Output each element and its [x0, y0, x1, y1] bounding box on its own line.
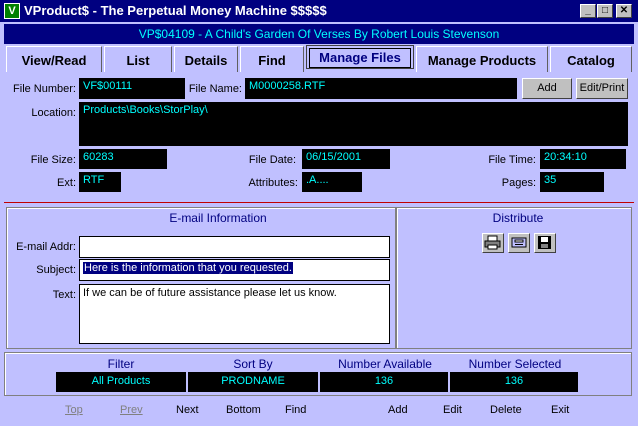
printer-icon[interactable] — [482, 233, 504, 253]
nav-delete-button[interactable]: Delete — [490, 404, 522, 416]
attributes-label: Attributes: — [248, 177, 298, 189]
file-name-label: File Name: — [188, 83, 242, 95]
edit-print-button[interactable]: Edit/Print — [576, 78, 628, 99]
maximize-button[interactable]: □ — [597, 4, 613, 18]
nav-add-label: Add — [388, 404, 408, 416]
nav-bottom-label: Bottom — [226, 404, 261, 416]
number-available-label: Number Available — [338, 357, 432, 371]
sort-by-value[interactable]: PRODNAME — [188, 372, 318, 392]
pages-field[interactable]: 35 — [540, 172, 604, 192]
pages-label: Pages: — [501, 177, 536, 189]
nav-edit-label: Edit — [443, 404, 462, 416]
nav-top-button[interactable]: Top — [65, 404, 83, 416]
file-name-field[interactable]: M0000258.RTF — [245, 78, 517, 99]
nav-find-button[interactable]: Find — [285, 404, 306, 416]
nav-exit-button[interactable]: Exit — [551, 404, 569, 416]
tab-manage-files-label: Manage Files — [309, 48, 411, 68]
minimize-button[interactable]: _ — [580, 4, 596, 18]
tab-catalog[interactable]: Catalog — [550, 46, 632, 72]
nav-prev-button[interactable]: Prev — [120, 404, 143, 416]
distribute-title: Distribute — [492, 211, 544, 225]
subject-input[interactable]: Here is the information that you request… — [79, 259, 390, 281]
close-button[interactable]: ✕ — [616, 4, 632, 18]
nav-delete-label: Delete — [490, 404, 522, 416]
location-field[interactable]: Products\Books\StorPlay\ — [79, 102, 628, 146]
file-time-label: File Time: — [488, 154, 536, 166]
file-number-label: File Number: — [13, 83, 76, 95]
nav-edit-button[interactable]: Edit — [443, 404, 462, 416]
distribute-panel — [396, 207, 632, 349]
nav-next-button[interactable]: Next — [176, 404, 199, 416]
title-bar: V VProduct$ - The Perpetual Money Machin… — [0, 0, 638, 22]
add-file-button[interactable]: Add — [522, 78, 572, 99]
tab-list[interactable]: List — [104, 46, 172, 72]
ext-label: Ext: — [57, 177, 76, 189]
nav-exit-label: Exit — [551, 404, 570, 416]
file-size-label: File Size: — [30, 154, 76, 166]
nav-prev-label: Prev — [120, 404, 143, 416]
nav-add-button[interactable]: Add — [388, 404, 408, 416]
file-date-label: File Date: — [248, 154, 296, 166]
text-label: Text: — [52, 289, 76, 301]
nav-find-label: Find — [285, 404, 307, 416]
tab-manage-products[interactable]: Manage Products — [416, 46, 548, 72]
email-panel-title: E-mail Information — [169, 211, 267, 225]
number-selected-label: Number Selected — [468, 357, 562, 371]
filter-value[interactable]: All Products — [56, 372, 186, 392]
save-disk-icon[interactable] — [534, 233, 556, 253]
file-size-field[interactable]: 60283 — [79, 149, 167, 169]
attributes-field[interactable]: .A.... — [302, 172, 362, 192]
ext-field[interactable]: RTF — [79, 172, 121, 192]
nav-bottom-button[interactable]: Bottom — [226, 404, 261, 416]
file-time-field[interactable]: 20:34:10 — [540, 149, 626, 169]
tab-manage-files[interactable]: Manage Files — [306, 45, 414, 69]
nav-top-label: Top — [65, 404, 83, 416]
number-selected-value: 136 — [450, 372, 578, 392]
file-number-field[interactable]: VF$00111 — [79, 78, 185, 99]
email-text-area[interactable]: If we can be of future assistance please… — [79, 284, 390, 344]
section-separator — [4, 202, 634, 203]
subject-label: Subject: — [36, 264, 76, 276]
file-date-field[interactable]: 06/15/2001 — [302, 149, 390, 169]
product-banner: VP$04109 - A Child's Garden Of Verses By… — [4, 24, 634, 44]
location-label: Location: — [31, 107, 76, 119]
app-icon[interactable]: V — [4, 3, 20, 19]
tab-find[interactable]: Find — [240, 46, 304, 72]
email-addr-label: E-mail Addr: — [16, 241, 76, 253]
filter-label: Filter — [107, 357, 135, 371]
number-available-value: 136 — [320, 372, 448, 392]
window-title: VProduct$ - The Perpetual Money Machine … — [24, 3, 327, 18]
sort-by-label: Sort By — [233, 357, 273, 371]
tab-details[interactable]: Details — [174, 46, 238, 72]
nav-next-label: Next — [176, 404, 199, 416]
fax-icon[interactable] — [508, 233, 530, 253]
subject-selected-text: Here is the information that you request… — [83, 262, 293, 274]
tab-view-read[interactable]: View/Read — [6, 46, 102, 72]
email-addr-input[interactable] — [79, 236, 390, 258]
